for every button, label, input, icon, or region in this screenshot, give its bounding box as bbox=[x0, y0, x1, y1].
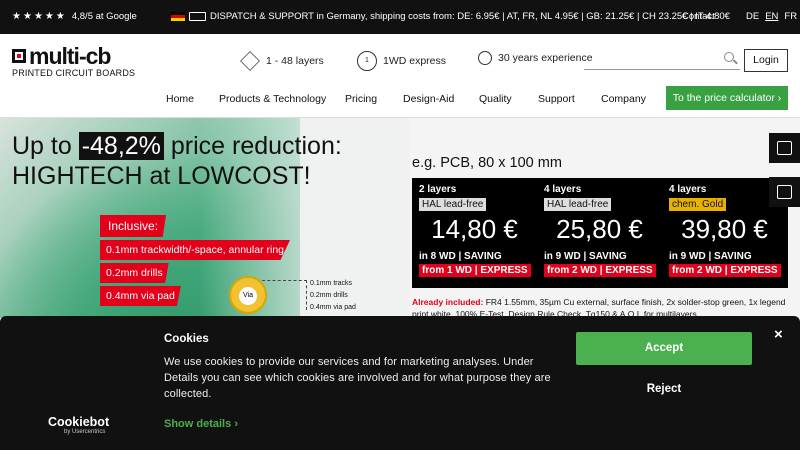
nav-quality[interactable]: Quality bbox=[479, 93, 512, 105]
feature-express: 1 1WD express bbox=[357, 51, 446, 71]
headline-line2: HIGHTECH at LOWCOST! bbox=[12, 162, 311, 190]
star-icon: ★ bbox=[44, 10, 54, 22]
language-switcher: DE EN FR bbox=[746, 11, 797, 22]
star-icon: ★ bbox=[33, 10, 43, 22]
price-saving: in 9 WD | SAVING bbox=[544, 251, 627, 262]
logo[interactable]: multi-cb PRINTED CIRCUIT BOARDS bbox=[12, 43, 136, 78]
cookiebot-sub: by Usercentrics bbox=[64, 429, 106, 435]
price-express: from 2 WD | EXPRESS bbox=[544, 264, 656, 277]
lang-en[interactable]: EN bbox=[765, 11, 778, 22]
price-layers: 2 layers bbox=[419, 184, 457, 195]
price-calculator-label: To the price calculator bbox=[672, 92, 775, 104]
hero-headline: Up to -48,2% price reduction: HIGHTECH a… bbox=[12, 131, 342, 191]
dispatch-text: DISPATCH & SUPPORT in Germany, shipping … bbox=[210, 11, 730, 22]
feature-express-text: 1WD express bbox=[383, 55, 447, 67]
headline-pre: Up to bbox=[12, 132, 79, 160]
example-title: e.g. PCB, 80 x 100 mm bbox=[412, 155, 562, 171]
award-icon bbox=[478, 51, 492, 65]
price-value: 39,80 € bbox=[681, 214, 768, 244]
close-icon[interactable]: × bbox=[774, 326, 783, 343]
star-icon: ★ bbox=[22, 10, 32, 22]
calculator-side-button[interactable] bbox=[769, 133, 800, 163]
hero-banner: Up to -48,2% price reduction: HIGHTECH a… bbox=[0, 118, 800, 318]
rating-stars: ★ ★ ★ ★ ★ 4,8/5 at Google bbox=[12, 11, 137, 22]
price-layers: 4 layers bbox=[544, 184, 582, 195]
feature-experience: 30 years experience bbox=[478, 51, 593, 65]
lang-de[interactable]: DE bbox=[746, 11, 759, 22]
german-flag-icon bbox=[171, 12, 185, 21]
price-finish: HAL lead-free bbox=[544, 198, 612, 211]
cookie-title: Cookies bbox=[164, 333, 209, 345]
calculator-icon bbox=[777, 141, 792, 155]
price-express: from 2 WD | EXPRESS bbox=[669, 264, 781, 277]
price-card[interactable]: 4 layers HAL lead-free 25,80 € in 9 WD |… bbox=[537, 178, 662, 288]
nav-design-aid[interactable]: Design-Aid bbox=[403, 93, 454, 105]
price-calculator-button[interactable]: To the price calculator › bbox=[666, 86, 788, 110]
price-saving: in 8 WD | SAVING bbox=[419, 251, 502, 262]
truck-icon bbox=[189, 12, 206, 21]
nav-support[interactable]: Support bbox=[538, 93, 575, 105]
layers-icon bbox=[240, 51, 260, 71]
price-finish: chem. Gold bbox=[669, 198, 727, 211]
rating-text: 4,8/5 at Google bbox=[71, 11, 137, 22]
nav-home[interactable]: Home bbox=[166, 93, 195, 121]
via-dim-label: 0.2mm drills bbox=[310, 292, 348, 299]
via-label: Via bbox=[239, 287, 257, 305]
inclusive-item: 0.4mm via pad bbox=[100, 286, 181, 306]
feature-layers-text: 1 - 48 layers bbox=[266, 55, 324, 67]
nav-company[interactable]: Company bbox=[601, 93, 646, 105]
feature-layers: 1 - 48 layers bbox=[240, 51, 324, 71]
dispatch-info: DISPATCH & SUPPORT in Germany, shipping … bbox=[171, 11, 730, 22]
contact-link[interactable]: Contact bbox=[682, 11, 715, 22]
price-finish: HAL lead-free bbox=[419, 198, 487, 211]
chevron-right-icon: › bbox=[777, 92, 782, 104]
price-saving: in 9 WD | SAVING bbox=[669, 251, 752, 262]
top-bar: ★ ★ ★ ★ ★ 4,8/5 at Google DISPATCH & SUP… bbox=[0, 0, 800, 34]
via-dim-label: 0.4mm via pad bbox=[310, 304, 356, 311]
search-input[interactable] bbox=[584, 50, 740, 70]
inclusive-title: Inclusive: bbox=[100, 215, 167, 237]
price-value: 25,80 € bbox=[556, 214, 643, 244]
already-included: Already included: FR4 1.55mm, 35µm Cu ex… bbox=[412, 296, 788, 318]
price-value: 14,80 € bbox=[431, 214, 518, 244]
via-dim-label: 0.1mm tracks bbox=[310, 280, 353, 287]
cookie-text: We use cookies to provide our services a… bbox=[164, 356, 551, 400]
already-label: Already included: bbox=[412, 297, 484, 307]
price-card[interactable]: 2 layers HAL lead-free 14,80 € in 8 WD |… bbox=[412, 178, 537, 288]
show-details-link[interactable]: Show details › bbox=[164, 418, 238, 430]
contact-side-button[interactable] bbox=[769, 177, 800, 207]
search-icon[interactable] bbox=[724, 52, 734, 62]
price-panel: 2 layers HAL lead-free 14,80 € in 8 WD |… bbox=[412, 178, 788, 288]
lang-fr[interactable]: FR bbox=[784, 11, 797, 22]
show-details-label: Show details bbox=[164, 418, 232, 430]
clock-icon: 1 bbox=[357, 51, 377, 71]
star-icon: ★ bbox=[12, 10, 21, 22]
via-dimension-labels: 0.1mm tracks 0.2mm drills 0.4mm via pad bbox=[310, 278, 356, 314]
phone-mail-icon bbox=[777, 185, 792, 199]
inclusive-item: 0.2mm drills bbox=[100, 263, 169, 283]
chevron-right-icon: › bbox=[234, 418, 238, 430]
feature-experience-text: 30 years experience bbox=[498, 52, 593, 64]
price-express: from 1 WD | EXPRESS bbox=[419, 264, 531, 277]
price-layers: 4 layers bbox=[669, 184, 707, 195]
login-button[interactable]: Login bbox=[744, 49, 788, 72]
nav-pricing[interactable]: Pricing bbox=[345, 93, 377, 105]
logo-subtitle: PRINTED CIRCUIT BOARDS bbox=[12, 68, 136, 78]
cookie-banner: Cookiebot by Usercentrics Cookies We use… bbox=[0, 316, 800, 450]
logo-mark-icon bbox=[12, 49, 26, 63]
cookiebot-logo: Cookiebot bbox=[48, 415, 110, 429]
reject-button[interactable]: Reject bbox=[576, 374, 752, 404]
inclusive-item: 0.1mm trackwidth/-space, annular ring bbox=[100, 240, 290, 260]
headline-highlight: -48,2% bbox=[78, 132, 164, 160]
logo-name: multi-cb bbox=[29, 43, 111, 69]
star-half-icon: ★ bbox=[55, 10, 65, 22]
headline-post: price reduction: bbox=[163, 132, 342, 160]
accept-button[interactable]: Accept bbox=[576, 332, 752, 365]
nav-products-technology[interactable]: Products & Technology bbox=[219, 93, 326, 105]
